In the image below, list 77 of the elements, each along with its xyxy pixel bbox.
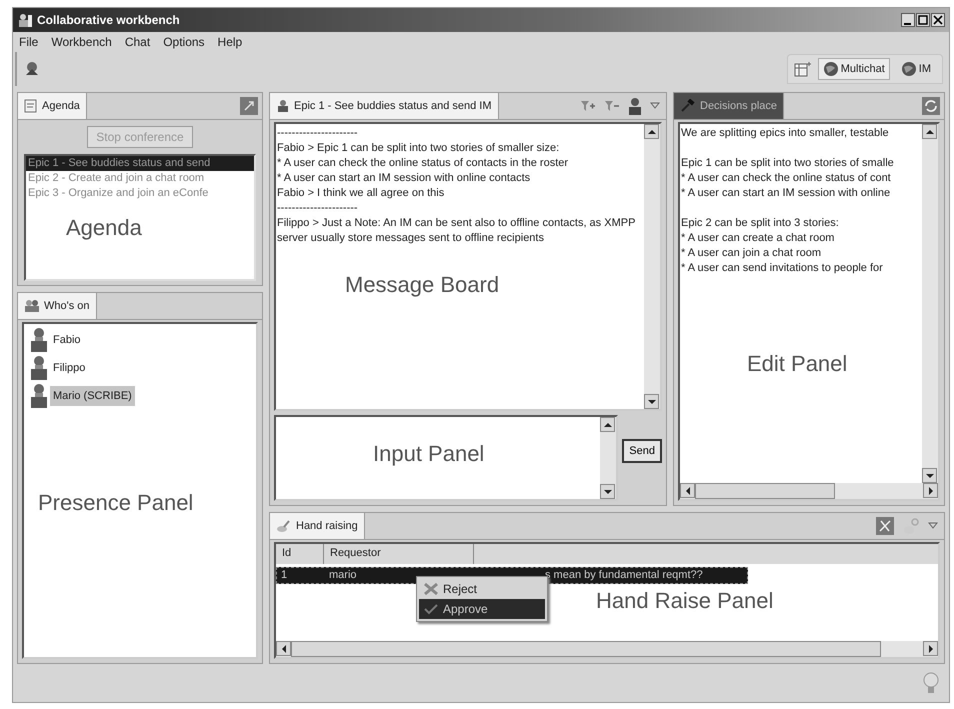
- filter-plus-icon[interactable]: [580, 100, 596, 112]
- user-icon: [30, 327, 48, 353]
- caret-icon[interactable]: [650, 102, 660, 110]
- message-line: * A user can start an IM session with online contacts: [277, 171, 532, 186]
- maximize-icon[interactable]: [916, 13, 930, 27]
- person-icon: [276, 99, 290, 113]
- decision-line: * A user can start an IM session with online: [681, 186, 892, 201]
- user-name[interactable]: Fabio: [50, 330, 84, 350]
- globe-icon: [822, 61, 839, 77]
- message-line: Filippo > Just a Note: An IM can be sent also to offline contacts, as XMPP server usually store messages sent to offline recipients: [277, 216, 636, 246]
- menu-item[interactable]: Options: [163, 35, 205, 49]
- scrollbar[interactable]: [644, 124, 660, 409]
- message-line: ----------------------: [277, 126, 359, 141]
- panel-annotation: Edit Panel: [747, 351, 848, 377]
- panel-annotation: Presence Panel: [38, 490, 194, 516]
- close-icon[interactable]: [931, 13, 945, 27]
- decision-line: Epic 1 can be split into two stories of smalle: [681, 156, 895, 171]
- decision-line: * A user can send invitations to people for: [681, 261, 884, 276]
- minimize-icon[interactable]: [901, 13, 915, 27]
- open-perspective-icon[interactable]: [794, 61, 812, 77]
- panel-annotation: Message Board: [345, 272, 500, 298]
- panel-annotation: Input Panel: [373, 441, 486, 467]
- menu-item[interactable]: Workbench: [51, 35, 112, 49]
- lightbulb-icon[interactable]: [923, 672, 939, 696]
- decision-line: Epic 2 can be split into 3 stories:: [681, 216, 840, 231]
- message-line: Fabio > Epic 1 can be split into two stories of smaller size:: [277, 141, 560, 156]
- panel-annotation: Agenda: [66, 215, 143, 241]
- message-line: ----------------------: [277, 201, 359, 216]
- panel-tab[interactable]: Agenda: [18, 93, 87, 119]
- document-icon: [24, 99, 38, 113]
- perspective-button[interactable]: IM: [896, 58, 936, 80]
- check-icon: [423, 602, 439, 616]
- people-icon: [24, 299, 40, 313]
- reject-icon: [423, 582, 439, 596]
- column-header[interactable]: Id: [276, 544, 324, 564]
- panel-annotation: Hand Raise Panel: [596, 588, 774, 615]
- menu-item[interactable]: Approve: [419, 599, 545, 619]
- window-title: Collaborative workbench: [37, 13, 180, 27]
- message-line: Fabio > I think we all agree on this: [277, 186, 446, 201]
- user-name[interactable]: Filippo: [50, 358, 88, 378]
- perspective-button[interactable]: Multichat: [818, 58, 890, 80]
- clear-icon[interactable]: [876, 517, 894, 535]
- agenda-item[interactable]: Epic 2 - Create and join a chat room: [26, 171, 254, 186]
- scrollbar[interactable]: [922, 124, 938, 483]
- panel-tab[interactable]: Hand raising: [270, 513, 365, 539]
- panel-tab[interactable]: Epic 1 - See buddies status and send IM: [270, 93, 499, 119]
- panel-tab[interactable]: Who's on: [18, 293, 97, 319]
- table-cell-text: mario: [328, 569, 358, 581]
- refresh-icon[interactable]: [922, 97, 940, 115]
- scrollbar[interactable]: [600, 417, 616, 499]
- menu-item[interactable]: File: [19, 35, 38, 49]
- column-header[interactable]: Requestor: [324, 544, 474, 564]
- scrollbar[interactable]: [276, 641, 938, 657]
- user-name[interactable]: Mario (SCRIBE): [50, 386, 135, 406]
- send-button[interactable]: Send: [622, 439, 662, 463]
- user-icon: [30, 383, 48, 409]
- gavel-icon: [680, 99, 696, 113]
- decision-line: * A user can check the online status of cont: [681, 171, 892, 186]
- scrollbar[interactable]: [680, 483, 938, 499]
- decision-line: We are splitting epics into smaller, testable: [681, 126, 890, 141]
- menu-item[interactable]: Chat: [124, 35, 150, 49]
- message-input[interactable]: Input Panel: [274, 415, 618, 501]
- globe-icon: [900, 61, 917, 77]
- caret-icon[interactable]: [928, 522, 938, 530]
- panel-tab[interactable]: Decisions place: [674, 93, 784, 119]
- agenda-item[interactable]: Epic 1 - See buddies status and send: [26, 156, 254, 171]
- person-icon[interactable]: [628, 97, 642, 115]
- filter-minus-icon[interactable]: [604, 100, 620, 112]
- decisions-editor[interactable]: [678, 122, 940, 501]
- decision-line: * A user can join a chat room: [681, 246, 822, 261]
- menu-item[interactable]: Help: [218, 35, 242, 49]
- app-icon: [17, 12, 33, 28]
- table-cell-text: 1: [280, 569, 288, 581]
- decision-line: * A user can create a chat room: [681, 231, 836, 246]
- agenda-item[interactable]: Epic 3 - Organize and join an eConfe: [26, 186, 254, 201]
- message-line: * A user can check the online status of contacts in the roster: [277, 156, 570, 171]
- user-icon: [30, 355, 48, 381]
